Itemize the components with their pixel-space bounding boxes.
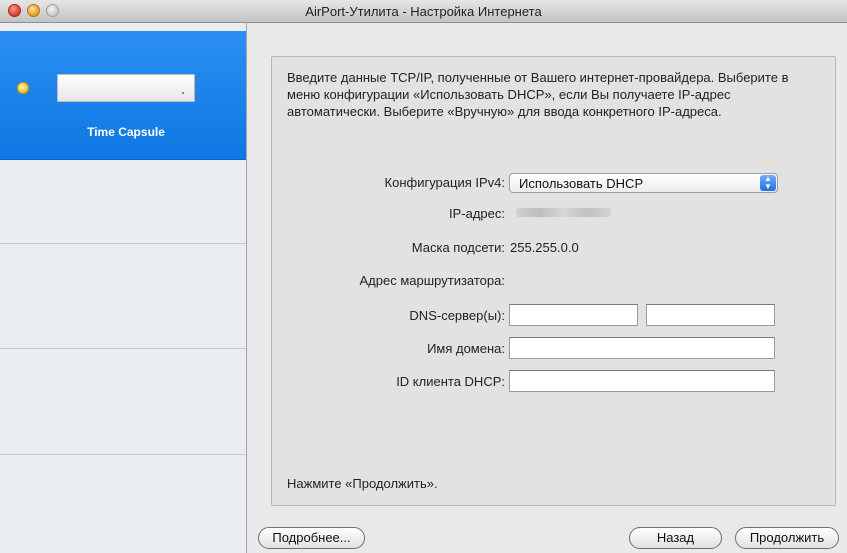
ipv4-config-label: Конфигурация IPv4: xyxy=(384,175,505,190)
more-info-button[interactable]: Подробнее... xyxy=(258,527,365,549)
internet-settings-panel: Введите данные TCP/IP, полученные от Ваш… xyxy=(271,56,836,506)
dhcp-client-id-input[interactable] xyxy=(509,370,775,392)
ipv4-config-value: Использовать DHCP xyxy=(519,176,644,191)
back-button[interactable]: Назад xyxy=(629,527,722,549)
sidebar-divider xyxy=(0,348,246,349)
title-bar[interactable]: AirPort-Утилита - Настройка Интернета xyxy=(0,0,847,23)
time-capsule-device-icon xyxy=(57,74,195,102)
dhcp-client-id-label: ID клиента DHCP: xyxy=(396,374,505,389)
airport-utility-window: AirPort-Утилита - Настройка Интернета Ti… xyxy=(0,0,847,553)
domain-name-input[interactable] xyxy=(509,337,775,359)
device-led xyxy=(182,92,184,94)
popup-arrows-icon: ▲ ▼ xyxy=(760,175,776,191)
domain-name-label: Имя домена: xyxy=(427,341,505,356)
dns-servers-label: DNS-сервер(ы): xyxy=(409,308,505,323)
continue-button[interactable]: Продолжить xyxy=(735,527,839,549)
dns-server-1-input[interactable] xyxy=(509,304,638,326)
sidebar-divider xyxy=(0,243,246,244)
ip-address-value-redacted xyxy=(516,208,611,217)
sidebar: Time Capsule xyxy=(0,23,247,553)
ip-address-label: IP-адрес: xyxy=(449,206,505,221)
ipv4-config-select[interactable]: Использовать DHCP ▲ ▼ xyxy=(509,173,778,193)
sidebar-item-time-capsule[interactable]: Time Capsule xyxy=(0,31,246,160)
device-name-label: Time Capsule xyxy=(87,125,165,139)
window-title: AirPort-Утилита - Настройка Интернета xyxy=(305,4,542,19)
subnet-mask-label: Маска подсети: xyxy=(411,240,505,255)
instructions-text: Введите данные TCP/IP, полученные от Ваш… xyxy=(287,70,789,119)
status-indicator-icon xyxy=(17,82,29,94)
sidebar-divider xyxy=(0,454,246,455)
subnet-mask-value: 255.255.0.0 xyxy=(510,240,579,255)
continue-hint-text: Нажмите «Продолжить». xyxy=(287,476,438,491)
router-address-label: Адрес маршрутизатора: xyxy=(359,273,505,288)
dns-server-2-input[interactable] xyxy=(646,304,775,326)
